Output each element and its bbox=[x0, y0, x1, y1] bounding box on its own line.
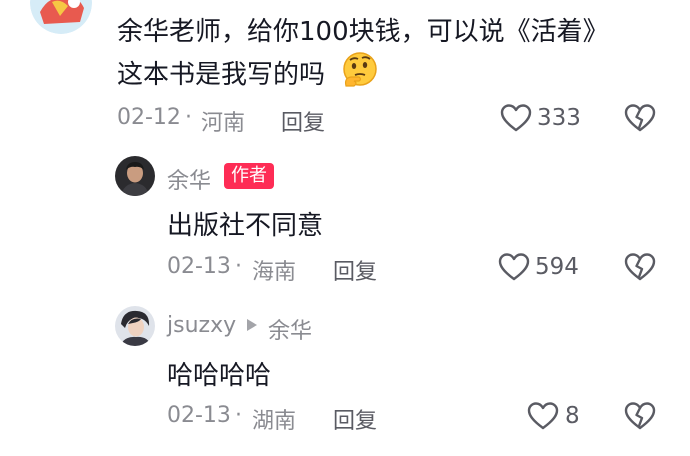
replier-avatar[interactable] bbox=[115, 306, 155, 346]
meta-separator: · bbox=[235, 254, 242, 279]
reply-location: 海南 bbox=[252, 260, 297, 285]
reply-text: 出版社不同意 bbox=[167, 211, 324, 241]
broken-heart-icon[interactable] bbox=[624, 252, 656, 282]
like-count: 594 bbox=[535, 254, 579, 280]
replier-name[interactable]: jsuzxy bbox=[167, 313, 236, 338]
reply-date: 02-13 bbox=[167, 403, 231, 428]
reply-button[interactable]: 回复 bbox=[333, 403, 377, 435]
comment-date: 02-12 bbox=[117, 105, 181, 130]
comment-location: 河南 bbox=[201, 111, 246, 136]
heart-outline-icon[interactable] bbox=[498, 252, 530, 282]
reply-date: 02-13 bbox=[167, 254, 231, 279]
meta-separator: · bbox=[185, 105, 192, 130]
like-count: 333 bbox=[537, 105, 581, 131]
author-name[interactable]: 余华 bbox=[167, 163, 211, 195]
comment-line-1: 余华老师，给你100块钱，可以说《活着》 bbox=[117, 17, 609, 47]
thinking-face-emoji-icon bbox=[340, 50, 380, 90]
reply-button[interactable]: 回复 bbox=[281, 105, 325, 137]
comment-thread: 余华老师，给你100块钱，可以说《活着》 这本书是我写的吗 02-12 · 河南… bbox=[0, 0, 690, 456]
broken-heart-icon[interactable] bbox=[624, 103, 656, 133]
commenter-avatar[interactable] bbox=[30, 0, 92, 34]
meta-separator: · bbox=[235, 403, 242, 428]
reply-to-name[interactable]: 余华 bbox=[268, 313, 312, 345]
reply-button[interactable]: 回复 bbox=[333, 254, 377, 286]
heart-outline-icon[interactable] bbox=[500, 103, 532, 133]
play-triangle-icon bbox=[246, 318, 258, 332]
reply-text: 哈哈哈哈 bbox=[167, 361, 272, 391]
heart-outline-icon[interactable] bbox=[527, 401, 559, 431]
comment-line-2: 这本书是我写的吗 bbox=[117, 60, 326, 90]
reply-location: 湖南 bbox=[252, 409, 297, 434]
author-badge: 作者 bbox=[224, 163, 274, 189]
broken-heart-icon[interactable] bbox=[624, 401, 656, 431]
author-avatar[interactable] bbox=[115, 156, 155, 196]
like-count: 8 bbox=[565, 403, 580, 429]
